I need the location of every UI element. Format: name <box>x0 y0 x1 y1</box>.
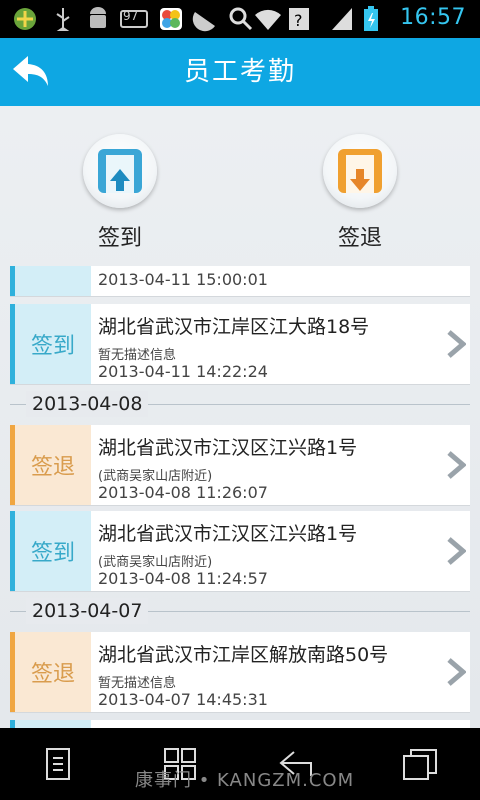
date-header: 2013-04-07 <box>0 598 480 624</box>
record-address: 湖北省武汉市江汉区江兴路1号 <box>98 523 358 545</box>
attendance-content: 签到 签退 2013-04-11 15:00:01 签到 湖北省武汉市江岸区江大… <box>0 106 480 728</box>
recent-apps-button[interactable] <box>400 746 440 782</box>
record-card-partial[interactable]: 2013-04-11 15:00:01 <box>10 266 470 297</box>
sign-out-icon-circle <box>323 134 397 208</box>
wifi-icon <box>254 6 282 32</box>
record-type-badge: 签退 <box>15 632 91 712</box>
date-label: 2013-04-08 <box>26 391 149 417</box>
record-address: 湖北省武汉市江岸区江大路18号 <box>98 316 370 338</box>
watermelon-icon <box>192 6 218 32</box>
record-card[interactable]: 签到 湖北省武汉市江岸区江大路18号 暂无描述信息 2013-04-11 14:… <box>10 304 470 385</box>
android-icon <box>86 6 110 32</box>
record-address: 湖北省武汉市江岸区解放南路50号 <box>98 644 389 666</box>
sign-in-icon <box>98 149 142 193</box>
record-time: 2013-04-08 11:26:07 <box>98 483 268 502</box>
usb-icon <box>52 6 74 32</box>
unknown-signal-icon: ? <box>288 6 310 32</box>
record-card[interactable]: 签到 湖北省武汉市江汉区江兴路1号 (武商吴家山店附近) 2013-04-08 … <box>10 511 470 592</box>
sign-out-label: 签退 <box>337 226 382 251</box>
record-type-badge <box>15 266 91 296</box>
record-time: 2013-04-08 11:24:57 <box>98 569 268 588</box>
record-description: 暂无描述信息 <box>98 676 177 691</box>
sign-out-icon <box>338 149 382 193</box>
watermark: 康事门 • KANGZM.COM <box>135 770 355 791</box>
sign-in-button[interactable]: 签到 <box>78 134 162 252</box>
chevron-right-icon <box>447 537 466 565</box>
status-bar: 97 ? 16:57 <box>0 0 480 38</box>
menu-button[interactable] <box>40 746 76 782</box>
svg-text:?: ? <box>294 11 303 30</box>
record-description: (武商吴家山店附近) <box>98 555 213 570</box>
date-header: 2013-04-08 <box>0 391 480 417</box>
clock: 16:57 <box>400 5 466 30</box>
record-description: 暂无描述信息 <box>98 348 177 363</box>
record-type-badge: 签到 <box>15 304 91 384</box>
record-card-partial[interactable] <box>10 720 470 728</box>
app-icon <box>12 6 38 32</box>
gallery-icon <box>158 6 184 32</box>
chevron-right-icon <box>447 658 466 686</box>
signal-icon <box>330 6 354 32</box>
chevron-right-icon <box>447 451 466 479</box>
title-bar: 员工考勤 <box>0 38 480 106</box>
charging-battery-icon <box>362 6 380 32</box>
search-icon <box>228 6 254 32</box>
record-time: 2013-04-11 14:22:24 <box>98 362 268 381</box>
record-time: 2013-04-07 14:45:31 <box>98 690 268 709</box>
record-time: 2013-04-11 15:00:01 <box>98 270 268 289</box>
recent-apps-icon <box>403 749 437 780</box>
sign-out-button[interactable]: 签退 <box>318 134 402 252</box>
record-address: 湖北省武汉市江汉区江兴路1号 <box>98 437 358 459</box>
date-label: 2013-04-07 <box>26 598 149 624</box>
page-title: 员工考勤 <box>183 57 296 87</box>
chevron-right-icon <box>447 330 466 358</box>
sign-in-label: 签到 <box>97 226 142 251</box>
battery-level-text: 97 <box>123 9 139 23</box>
record-description: (武商吴家山店附近) <box>98 469 213 484</box>
sign-in-icon-circle <box>83 134 157 208</box>
record-type-badge <box>15 720 91 728</box>
record-card[interactable]: 签退 湖北省武汉市江岸区解放南路50号 暂无描述信息 2013-04-07 14… <box>10 632 470 713</box>
record-card[interactable]: 签退 湖北省武汉市江汉区江兴路1号 (武商吴家山店附近) 2013-04-08 … <box>10 425 470 506</box>
menu-icon <box>46 748 70 780</box>
record-type-badge: 签到 <box>15 511 91 591</box>
battery-97-icon: 97 <box>120 6 148 32</box>
record-type-badge: 签退 <box>15 425 91 505</box>
